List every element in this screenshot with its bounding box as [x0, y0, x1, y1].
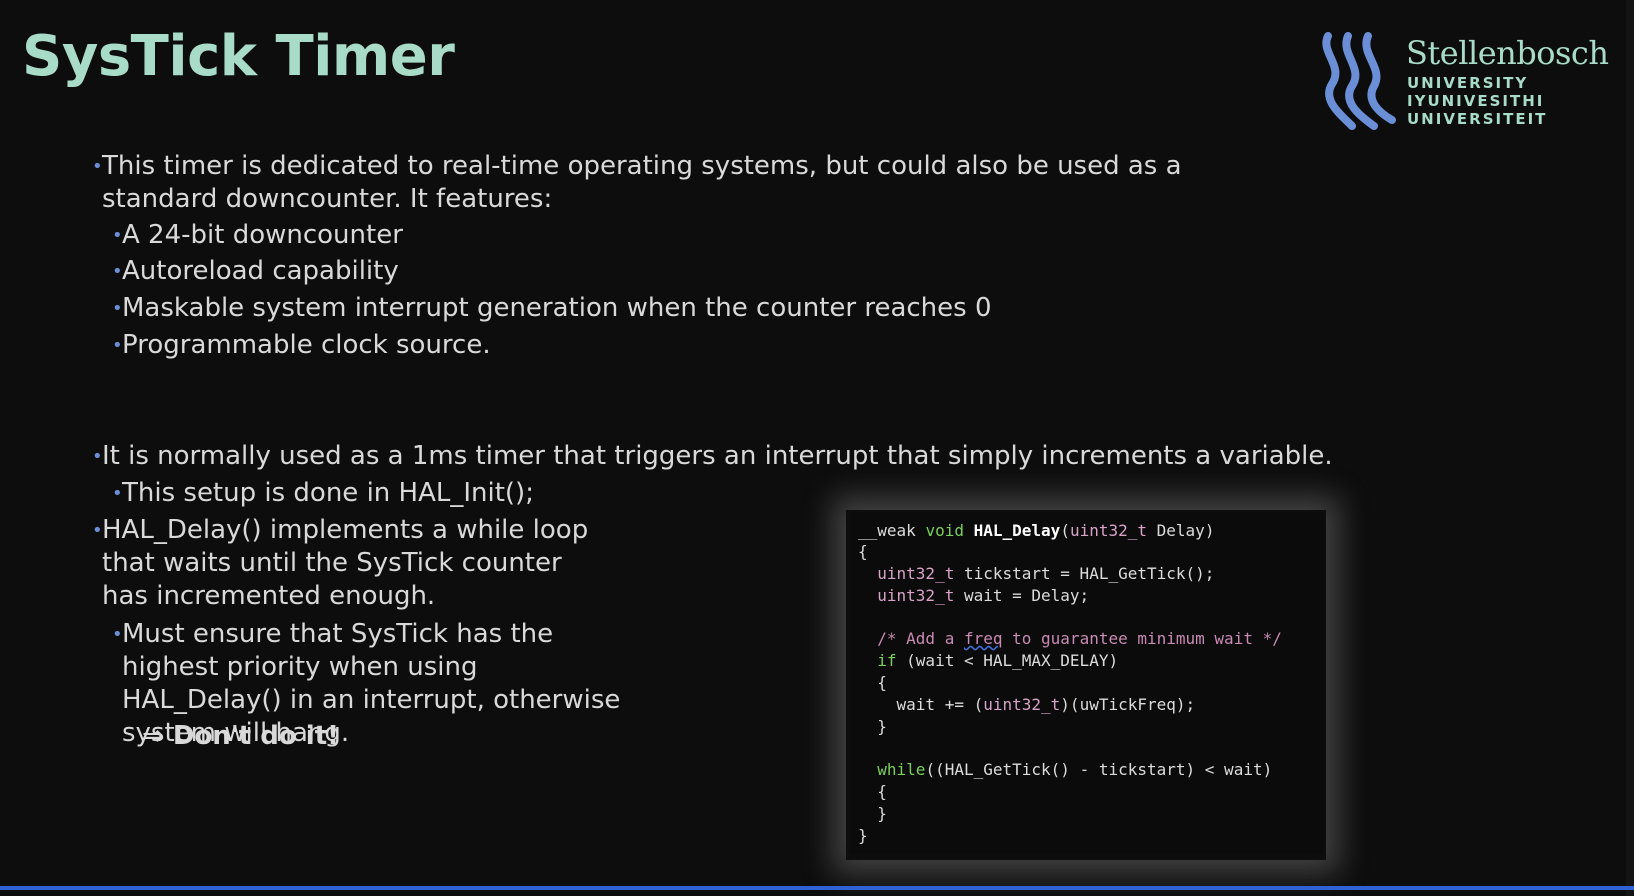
bullet-dot-icon: •: [112, 225, 123, 246]
bullet-text: Autoreload capability: [122, 256, 399, 286]
logo-line-2: IYUNIVESITHI: [1407, 92, 1545, 110]
bullet-dot-icon: •: [92, 446, 103, 467]
university-logo: Stellenbosch UNIVERSITY IYUNIVESITHI UNI…: [1318, 32, 1609, 132]
code-type: uint32_t: [877, 564, 955, 583]
code-token: (: [1060, 521, 1070, 540]
code-line: if (wait < HAL_MAX_DELAY): [858, 650, 1118, 671]
code-line: uint32_t tickstart = HAL_GetTick();: [858, 563, 1214, 584]
code-keyword: if: [877, 651, 897, 670]
bullet-timer-intro: • This timer is dedicated to real-time o…: [92, 150, 1302, 216]
bullet-dot-icon: •: [112, 298, 123, 319]
code-line: uint32_t wait = Delay;: [858, 585, 1089, 606]
bullet-dot-icon: •: [112, 624, 123, 645]
logo-name: Stellenbosch: [1406, 34, 1609, 72]
code-token: /* Add a: [877, 629, 964, 648]
accent-bar: [0, 886, 1634, 890]
bullet-dot-icon: •: [112, 335, 123, 356]
bullet-1ms-timer: • It is normally used as a 1ms timer tha…: [92, 440, 1402, 473]
code-token: }: [877, 804, 887, 823]
bullet-feature-autoreload: • Autoreload capability: [112, 255, 399, 288]
code-token: Delay): [1147, 521, 1215, 540]
code-line: {: [858, 672, 887, 693]
bullet-hal-delay: • HAL_Delay() implements a while loop th…: [92, 514, 602, 613]
code-token: tickstart = HAL_GetTick();: [954, 564, 1215, 583]
code-line: }: [858, 826, 868, 845]
bullet-text: HAL_Delay() implements a while loop that…: [102, 515, 589, 611]
code-snippet: __weak void HAL_Delay(uint32_t Delay) { …: [850, 512, 1324, 854]
bullet-dot-icon: •: [92, 520, 103, 541]
bullet-dot-icon: •: [92, 156, 103, 177]
code-line: {: [858, 781, 887, 802]
code-function-name: HAL_Delay: [973, 521, 1061, 540]
code-token: {: [877, 782, 887, 801]
code-token: __weak: [858, 521, 916, 540]
logo-line-3: UNIVERSITEIT: [1407, 110, 1548, 128]
code-token: }: [877, 717, 887, 736]
warning-callout: ⇒ Don't do it!: [142, 721, 339, 751]
bullet-dot-icon: •: [112, 261, 123, 282]
warning-callout-text: Don't do it!: [172, 721, 339, 751]
bullet-text: Programmable clock source.: [122, 330, 491, 360]
code-line: {: [858, 542, 868, 561]
bullet-text: This timer is dedicated to real-time ope…: [102, 151, 1182, 214]
slide-edge: [1626, 0, 1634, 896]
code-keyword: void: [925, 521, 964, 540]
bullet-text: Maskable system interrupt generation whe…: [122, 293, 992, 323]
code-type: uint32_t: [1069, 521, 1148, 540]
code-token: freq: [963, 629, 1003, 648]
bullet-text: It is normally used as a 1ms timer that …: [102, 441, 1333, 471]
code-token: wait += (: [896, 695, 984, 714]
code-token: )(uwTickFreq);: [1060, 695, 1196, 714]
code-token: {: [877, 673, 887, 692]
bullet-feature-clock: • Programmable clock source.: [112, 329, 491, 362]
bullet-text: This setup is done in HAL_Init();: [122, 478, 534, 508]
bullet-feature-downcounter: • A 24-bit downcounter: [112, 219, 403, 252]
code-type: uint32_t: [983, 695, 1061, 714]
bullet-hal-init: • This setup is done in HAL_Init();: [112, 477, 534, 510]
stellenbosch-emblem-icon: [1322, 32, 1396, 130]
code-line: while((HAL_GetTick() - tickstart) < wait…: [858, 759, 1272, 780]
code-token: (wait < HAL_MAX_DELAY): [896, 651, 1119, 670]
code-line: __weak void HAL_Delay(uint32_t Delay): [858, 520, 1214, 541]
code-line: wait += (uint32_t)(uwTickFreq);: [858, 694, 1196, 715]
bullet-feature-interrupt: • Maskable system interrupt generation w…: [112, 292, 992, 325]
code-token: to guarantee minimum wait */: [1002, 629, 1282, 648]
logo-line-1: UNIVERSITY: [1407, 74, 1529, 92]
slide-title: SysTick Timer: [22, 24, 455, 89]
code-type: uint32_t: [877, 586, 955, 605]
implies-arrow-icon: ⇒: [142, 721, 164, 751]
code-token: ((HAL_GetTick() - tickstart) < wait): [925, 760, 1273, 779]
code-comment: /* Add a freq to guarantee minimum wait …: [858, 628, 1282, 649]
code-token: wait = Delay;: [954, 586, 1090, 605]
bullet-text: A 24-bit downcounter: [122, 220, 403, 250]
code-keyword: while: [877, 760, 926, 779]
bullet-dot-icon: •: [112, 483, 123, 504]
code-line: }: [858, 803, 887, 824]
code-line: }: [858, 716, 887, 737]
